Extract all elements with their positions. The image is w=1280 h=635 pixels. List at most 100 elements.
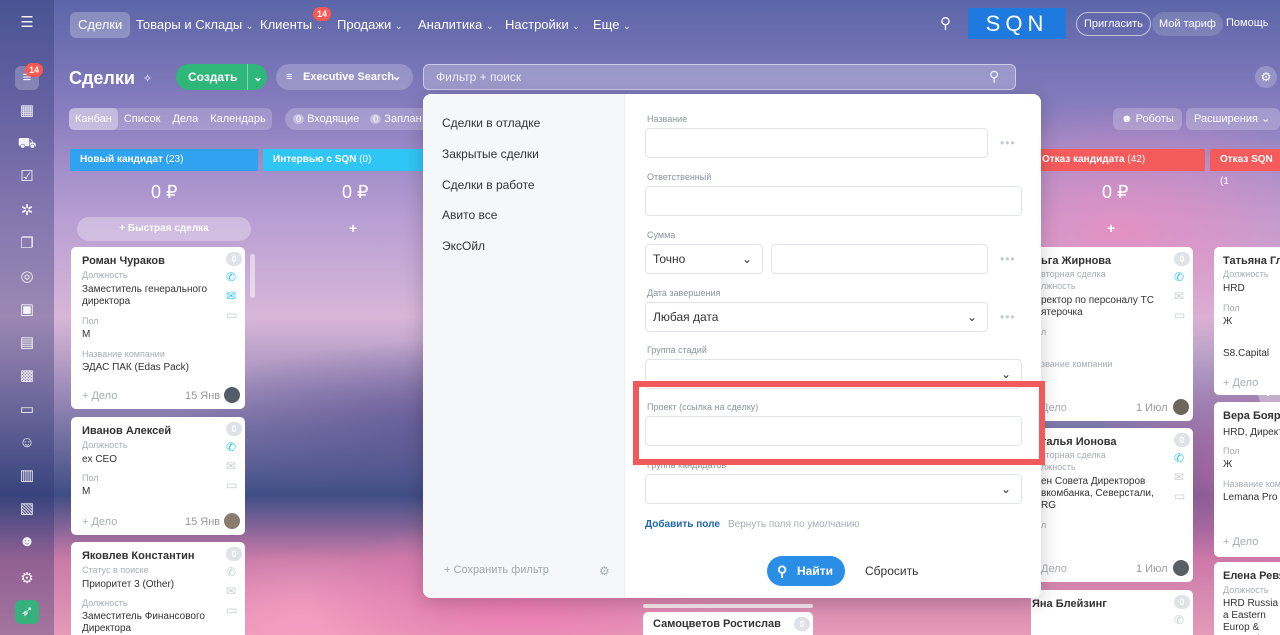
tab-kanban[interactable]: Канбан — [69, 108, 118, 130]
owner-field[interactable] — [645, 186, 1022, 216]
deal-card[interactable]: талья Ионова 0 вторная сделка лжность ен… — [1031, 428, 1193, 582]
calendar-icon[interactable]: ▣ — [15, 298, 39, 322]
candidate-group-select[interactable]: ⌄ — [645, 474, 1022, 504]
nav-analytics[interactable]: Аналитика ⌄ — [410, 12, 502, 38]
deal-title[interactable]: Елена Ревяк — [1223, 570, 1280, 582]
create-button[interactable]: Создать ⌄ — [176, 64, 267, 90]
chat-icon[interactable]: ▭ — [226, 478, 237, 492]
phone-icon[interactable]: ✆ — [226, 565, 236, 579]
puzzle-icon[interactable]: ✲ — [15, 199, 39, 223]
chevron-down-icon[interactable]: ⌄ — [247, 64, 263, 90]
nav-sales[interactable]: Продажи ⌄ — [329, 12, 410, 38]
deal-card[interactable]: Вера Боярко HRD, Директ Пол Ж Название к… — [1214, 402, 1280, 557]
deal-card[interactable]: Самоцветов Ростислав 0 — [643, 612, 813, 635]
filter-preset-item[interactable]: Сделки в работе — [442, 178, 535, 192]
add-activity-link[interactable]: + Дело — [82, 390, 117, 402]
chat-icon[interactable]: ▭ — [226, 308, 237, 322]
add-activity-link[interactable]: + Дело — [1223, 377, 1258, 389]
deal-title[interactable]: ьга Жирнова — [1041, 255, 1111, 267]
help-link[interactable]: Помощь — [1226, 17, 1269, 29]
add-deal-icon[interactable]: + — [349, 220, 357, 236]
chat-icon[interactable]: ❐ — [15, 232, 39, 256]
extensions-button[interactable]: Расширения ⌄ — [1186, 108, 1280, 130]
search-icon[interactable]: ⚲ — [940, 14, 951, 32]
add-activity-link[interactable]: + Дело — [82, 516, 117, 528]
column-header-new[interactable]: Новый кандидат (23) — [70, 149, 258, 171]
more-icon[interactable]: ••• — [1000, 310, 1016, 324]
deal-card[interactable]: Елена Ревяк Должность HRD Russia a Easte… — [1214, 562, 1280, 635]
mail-icon[interactable]: ✉ — [1174, 470, 1184, 484]
analytics-icon[interactable]: ▥ — [15, 464, 39, 488]
robot-icon[interactable]: ☻ — [15, 530, 39, 554]
chat-icon[interactable]: ▭ — [226, 603, 237, 617]
presentation-icon[interactable]: ▩ — [15, 364, 39, 388]
name-field[interactable] — [645, 128, 988, 158]
filter-preset-item[interactable]: Сделки в отладке — [442, 116, 540, 130]
column-scrollbar[interactable] — [250, 254, 255, 298]
column-header-interview[interactable]: Интервью с SQN (0) — [263, 149, 431, 171]
phone-icon[interactable]: ✆ — [1174, 451, 1184, 465]
find-button[interactable]: ⚲ Найти — [767, 556, 845, 586]
mail-icon[interactable]: ✉ — [1174, 289, 1184, 303]
deal-title[interactable]: Иванов Алексей — [82, 425, 171, 437]
gear-icon[interactable]: ⚙ — [599, 564, 610, 578]
more-icon[interactable]: ••• — [1000, 252, 1016, 266]
calendar-list-icon[interactable]: ▦ — [15, 99, 39, 123]
deal-card[interactable]: Иванов Алексей 0 Должность ex CEO Пол М … — [71, 417, 245, 535]
deal-card[interactable]: Татьяна Глад Должность HRD Пол Ж S8.Capi… — [1214, 247, 1280, 395]
add-field-link[interactable]: Добавить поле — [645, 519, 720, 530]
nav-more[interactable]: Еще ⌄ — [585, 12, 639, 38]
save-filter-button[interactable]: + Сохранить фильтр — [444, 564, 549, 576]
avatar[interactable] — [1173, 399, 1189, 415]
pin-icon[interactable]: ✧ — [143, 72, 152, 85]
deal-title[interactable]: Яковлев Константин — [82, 550, 195, 562]
add-activity-link[interactable]: + Дело — [1223, 536, 1258, 548]
deal-card[interactable]: Яна Блейзинг 0 ✆ — [1031, 590, 1193, 635]
avatar[interactable] — [224, 387, 240, 403]
tab-list[interactable]: Список — [118, 108, 167, 130]
add-deal-icon[interactable]: + — [1107, 220, 1115, 236]
deal-title[interactable]: талья Ионова — [1041, 436, 1116, 448]
filter-preset-item[interactable]: Закрытые сделки — [442, 147, 539, 161]
restore-fields-link[interactable]: Вернуть поля по умолчанию — [728, 519, 860, 530]
robots-button[interactable]: ☻ Роботы — [1113, 108, 1182, 130]
tasks-icon[interactable]: ☑ — [15, 165, 39, 189]
phone-icon[interactable]: ✆ — [226, 440, 236, 454]
id-card-icon[interactable]: ▧ — [15, 497, 39, 521]
tab-activities[interactable]: Дела — [166, 108, 204, 130]
filter-preset-item[interactable]: Авито все — [442, 208, 497, 222]
column-header-sqn-refusal[interactable]: Отказ SQN (1 — [1210, 149, 1280, 187]
preset-button[interactable]: ≡ Executive Search ⌄ — [276, 64, 413, 90]
deal-card[interactable]: ьга Жирнова 0 вторная сделка лжность рек… — [1031, 247, 1193, 421]
chat-icon[interactable]: ▭ — [1174, 489, 1185, 503]
filter-preset-item[interactable]: ЭксОйл — [442, 239, 485, 253]
avatar[interactable] — [1173, 560, 1189, 576]
column-header-candidate-refusal[interactable]: Отказ кандидата (42) — [1030, 149, 1205, 171]
mail-icon[interactable]: ✉ — [226, 459, 236, 473]
nav-settings[interactable]: Настройки ⌄ — [497, 12, 588, 38]
mail-icon[interactable]: ✉ — [226, 584, 236, 598]
deal-card[interactable]: Яковлев Константин 0 Статус в поиске При… — [71, 542, 245, 635]
phone-icon[interactable]: ✆ — [1174, 613, 1184, 627]
tariff-button[interactable]: Мой тариф — [1152, 12, 1223, 36]
phone-icon[interactable]: ✆ — [1174, 270, 1184, 284]
nav-deals[interactable]: Сделки — [70, 12, 131, 38]
document-icon[interactable]: ▤ — [15, 331, 39, 355]
quick-deal-button[interactable]: + Быстрая сделка — [77, 217, 251, 241]
chat-icon[interactable]: ▭ — [1174, 308, 1185, 322]
reset-button[interactable]: Сбросить — [865, 564, 918, 578]
target-icon[interactable]: ◎ — [15, 265, 39, 289]
settings-icon[interactable]: ⚙ — [1255, 66, 1277, 88]
rocket-icon[interactable]: ➶ — [15, 600, 39, 624]
nav-goods[interactable]: Товары и Склады ⌄ — [128, 12, 261, 38]
avatar[interactable] — [224, 513, 240, 529]
deal-title[interactable]: Татьяна Глад — [1223, 255, 1280, 267]
close-date-select[interactable]: Любая дата ⌄ — [645, 302, 988, 332]
settings-icon[interactable]: ⚙ — [15, 567, 39, 591]
sum-mode-select[interactable]: Точно ⌄ — [645, 244, 763, 274]
mail-icon[interactable]: ✉ — [226, 289, 236, 303]
add-activity-link[interactable]: Дело — [1041, 563, 1067, 575]
deal-title[interactable]: Вера Боярко — [1223, 410, 1280, 422]
drive-icon[interactable]: ▭ — [15, 398, 39, 422]
more-icon[interactable]: ••• — [1000, 136, 1016, 150]
